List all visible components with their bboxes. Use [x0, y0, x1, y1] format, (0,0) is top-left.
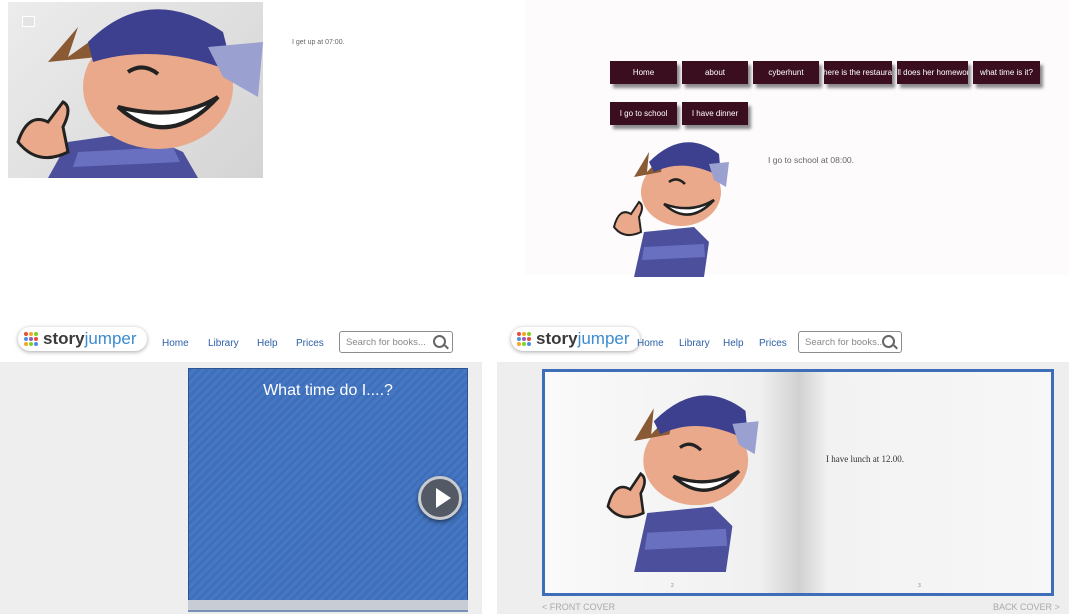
nav-button-cyberhunt[interactable]: cyberhunt: [753, 61, 819, 84]
book-cover[interactable]: What time do I....?: [188, 368, 468, 609]
boy-cartoon-icon: [612, 142, 729, 277]
search-icon[interactable]: [433, 335, 446, 348]
menu-library[interactable]: Library: [679, 338, 710, 349]
play-icon[interactable]: [418, 476, 462, 520]
menu-help[interactable]: Help: [257, 338, 278, 349]
left-page-number: 2: [671, 583, 674, 589]
screenshot-panel-2: Home about cyberhunt where is the restau…: [525, 0, 1069, 277]
panel2-caption: I go to school at 08:00.: [768, 155, 855, 165]
search-placeholder: Search for books...: [805, 336, 885, 348]
storyjumper-logo-dots-icon: [24, 332, 38, 346]
nav-button-what-time[interactable]: what time is it?: [973, 61, 1040, 84]
open-book: 2 I have lunch at 12.00. 3: [542, 369, 1054, 596]
storyjumper-panel-right: story jumper Home Library Help Prices Sea…: [497, 318, 1069, 614]
logo-jumper-text: jumper: [577, 329, 630, 348]
boy-cartoon-icon: [606, 395, 759, 572]
storyjumper-logo[interactable]: story jumper: [511, 327, 640, 351]
menu-prices[interactable]: Prices: [296, 338, 324, 349]
nav-button-home[interactable]: Home: [610, 61, 677, 84]
search-input[interactable]: Search for books...: [798, 331, 902, 353]
storyjumper-logo[interactable]: story jumper: [18, 327, 147, 351]
search-input[interactable]: Search for books...: [339, 331, 453, 353]
search-icon[interactable]: [882, 335, 895, 348]
nav-button-homework[interactable]: Jill does her homework: [897, 61, 968, 84]
book-spine-edge: [188, 600, 468, 612]
front-cover-link[interactable]: < FRONT COVER: [542, 602, 615, 612]
panel1-caption: I get up at 07:00.: [292, 39, 345, 46]
screenshot-panel-1: I get up at 07:00.: [0, 0, 525, 290]
logo-jumper-text: jumper: [84, 329, 137, 348]
book-page-right[interactable]: I have lunch at 12.00. 3: [798, 372, 1051, 593]
menu-library[interactable]: Library: [208, 338, 239, 349]
book-page-left[interactable]: 2: [545, 372, 798, 593]
storyjumper-header: story jumper Home Library Help Prices Sea…: [0, 318, 482, 362]
nav-button-restaurant[interactable]: where is the restaurant: [824, 61, 892, 84]
menu-help[interactable]: Help: [723, 338, 744, 349]
book-title: What time do I....?: [263, 382, 393, 399]
nav-button-dinner[interactable]: I have dinner: [682, 102, 748, 125]
boy-cartoon-icon: [16, 9, 263, 178]
storyjumper-panel-left: story jumper Home Library Help Prices Sea…: [0, 318, 482, 614]
storyjumper-header: story jumper Home Library Help Prices Sea…: [497, 318, 1069, 362]
right-page-number: 3: [918, 583, 921, 589]
image-badge: [22, 16, 35, 27]
storyjumper-logo-dots-icon: [517, 332, 531, 346]
nav-button-about[interactable]: about: [682, 61, 748, 84]
boy-cartoon-image: [8, 2, 263, 178]
menu-home[interactable]: Home: [637, 338, 664, 349]
back-cover-link[interactable]: BACK COVER >: [993, 602, 1060, 612]
page-text: I have lunch at 12.00.: [826, 454, 904, 464]
nav-button-school[interactable]: I go to school: [610, 102, 677, 125]
logo-story-text: story: [43, 329, 85, 348]
search-placeholder: Search for books...: [346, 336, 426, 348]
menu-home[interactable]: Home: [162, 338, 189, 349]
menu-prices[interactable]: Prices: [759, 338, 787, 349]
logo-story-text: story: [536, 329, 578, 348]
